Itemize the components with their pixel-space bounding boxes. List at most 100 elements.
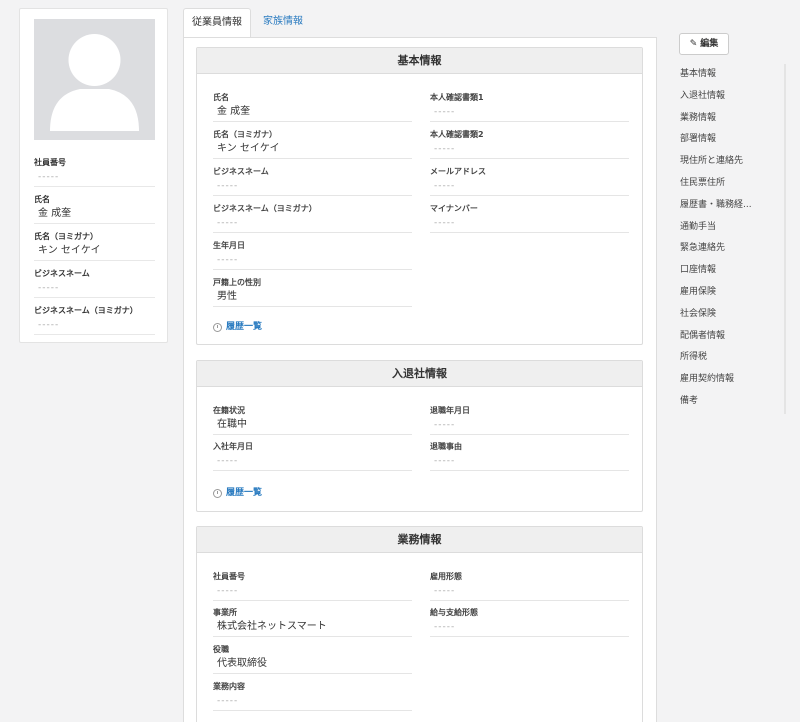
clock-icon bbox=[213, 488, 222, 498]
field-id-document-1: 本人確認書類1 ----- bbox=[430, 92, 629, 122]
side-nav-item-employment-insurance[interactable]: 雇用保険 bbox=[670, 282, 770, 304]
section-basic-info: 基本情報 氏名 金 成奎 氏名（ヨミガナ） キン セイケイ ビジネスネーム --… bbox=[196, 47, 643, 345]
side-nav-item-income-tax[interactable]: 所得税 bbox=[670, 347, 770, 369]
field-value: ----- bbox=[38, 283, 60, 293]
field-label: 給与支給形態 bbox=[430, 608, 478, 617]
field-label: 本人確認書類1 bbox=[430, 93, 484, 102]
profile-field-name-kana: 氏名（ヨミガナ） キン セイケイ bbox=[34, 231, 155, 261]
field-value: ----- bbox=[38, 172, 60, 182]
field-label: 業務内容 bbox=[213, 682, 245, 691]
clock-icon bbox=[213, 322, 222, 332]
field-retirement-reason: 退職事由 ----- bbox=[430, 441, 629, 471]
field-value: ----- bbox=[434, 456, 456, 466]
section-title: 入退社情報 bbox=[197, 361, 642, 387]
field-value: 金 成奎 bbox=[217, 106, 251, 117]
field-label: 社員番号 bbox=[213, 572, 245, 581]
tab-employee-info[interactable]: 従業員情報 bbox=[183, 8, 251, 38]
field-label: メールアドレス bbox=[430, 167, 486, 176]
side-nav-item-emergency-contact[interactable]: 緊急連絡先 bbox=[670, 238, 770, 260]
side-nav-item-work-info[interactable]: 業務情報 bbox=[670, 108, 770, 130]
field-label: 戸籍上の性別 bbox=[213, 278, 261, 287]
field-label: ビジネスネーム（ヨミガナ） bbox=[213, 204, 317, 213]
profile-card: 社員番号 ----- 氏名 金 成奎 氏名（ヨミガナ） キン セイケイ ビジネス… bbox=[19, 8, 168, 343]
field-name: 氏名 金 成奎 bbox=[213, 92, 412, 122]
side-nav-item-commute-allowance[interactable]: 通勤手当 bbox=[670, 217, 770, 239]
side-nav-item-remarks[interactable]: 備考 bbox=[670, 391, 770, 413]
history-link-label: 履歴一覧 bbox=[226, 488, 263, 498]
field-email: メールアドレス ----- bbox=[430, 166, 629, 196]
section-work-info: 業務情報 社員番号 ----- 事業所 株式会社ネットスマート 役職 代表取締役… bbox=[196, 526, 643, 722]
side-nav-item-resume[interactable]: 履歴書・職務経... bbox=[670, 195, 770, 217]
field-label: 事業所 bbox=[213, 608, 237, 617]
field-value: 男性 bbox=[217, 291, 237, 302]
field-business-name: ビジネスネーム ----- bbox=[213, 166, 412, 196]
profile-field-name: 氏名 金 成奎 bbox=[34, 194, 155, 224]
field-label: 氏名 bbox=[213, 93, 229, 102]
field-value: ----- bbox=[434, 622, 456, 632]
field-label: 氏名 bbox=[34, 195, 50, 204]
history-link[interactable]: 履歴一覧 bbox=[213, 487, 262, 499]
user-silhouette-icon bbox=[34, 19, 155, 140]
pencil-icon: ✎ bbox=[689, 39, 698, 49]
field-label: 退職年月日 bbox=[430, 406, 470, 415]
section-title: 基本情報 bbox=[197, 48, 642, 74]
field-id-document-2: 本人確認書類2 ----- bbox=[430, 129, 629, 159]
field-office: 事業所 株式会社ネットスマート bbox=[213, 607, 412, 637]
side-nav-item-basic-info[interactable]: 基本情報 bbox=[670, 64, 770, 86]
field-value: 株式会社ネットスマート bbox=[217, 621, 327, 632]
side-nav-item-spouse-info[interactable]: 配偶者情報 bbox=[670, 326, 770, 348]
field-employment-status: 在籍状況 在職中 bbox=[213, 405, 412, 435]
field-employee-number: 社員番号 ----- bbox=[213, 571, 412, 601]
field-label: 雇用形態 bbox=[430, 572, 462, 581]
tab-family-info[interactable]: 家族情報 bbox=[255, 8, 311, 38]
field-value: ----- bbox=[434, 107, 456, 117]
field-value: ----- bbox=[217, 255, 239, 265]
field-value: ----- bbox=[217, 181, 239, 191]
field-label: ビジネスネーム（ヨミガナ） bbox=[34, 306, 138, 315]
profile-field-business-name: ビジネスネーム ----- bbox=[34, 268, 155, 298]
field-my-number: マイナンバー ----- bbox=[430, 203, 629, 233]
field-value: ----- bbox=[434, 420, 456, 430]
field-value: 在職中 bbox=[217, 419, 247, 430]
history-link-label: 履歴一覧 bbox=[226, 322, 263, 332]
side-nav-item-social-insurance[interactable]: 社会保険 bbox=[670, 304, 770, 326]
history-link[interactable]: 履歴一覧 bbox=[213, 321, 262, 333]
side-nav: 基本情報 入退社情報 業務情報 部署情報 現住所と連絡先 住民票住所 履歴書・職… bbox=[670, 64, 786, 414]
field-label: マイナンバー bbox=[430, 204, 478, 213]
side-nav-item-address-contact[interactable]: 現住所と連絡先 bbox=[670, 151, 770, 173]
field-employment-type: 雇用形態 ----- bbox=[430, 571, 629, 601]
field-label: 本人確認書類2 bbox=[430, 130, 484, 139]
field-value: ----- bbox=[217, 696, 239, 706]
field-label: 氏名（ヨミガナ） bbox=[34, 232, 98, 241]
field-label: 在籍状況 bbox=[213, 406, 245, 415]
side-nav-item-bank-account[interactable]: 口座情報 bbox=[670, 260, 770, 282]
field-value: ----- bbox=[434, 218, 456, 228]
field-label: ビジネスネーム bbox=[34, 269, 90, 278]
field-value: ----- bbox=[217, 218, 239, 228]
side-nav-item-department[interactable]: 部署情報 bbox=[670, 129, 770, 151]
field-label: 社員番号 bbox=[34, 158, 66, 167]
edit-button[interactable]: ✎ 編集 bbox=[679, 33, 729, 55]
field-label: 役職 bbox=[213, 645, 229, 654]
side-nav-item-resident-address[interactable]: 住民票住所 bbox=[670, 173, 770, 195]
field-birthdate: 生年月日 ----- bbox=[213, 240, 412, 270]
field-value: キン セイケイ bbox=[38, 245, 101, 256]
field-gender: 戸籍上の性別 男性 bbox=[213, 277, 412, 307]
field-value: ----- bbox=[217, 456, 239, 466]
profile-field-employee-number: 社員番号 ----- bbox=[34, 157, 155, 187]
field-job-description: 業務内容 ----- bbox=[213, 681, 412, 711]
field-value: ----- bbox=[434, 181, 456, 191]
field-value: ----- bbox=[38, 320, 60, 330]
field-label: 生年月日 bbox=[213, 241, 245, 250]
side-nav-item-employment[interactable]: 入退社情報 bbox=[670, 86, 770, 108]
field-value: ----- bbox=[434, 586, 456, 596]
field-business-name-kana: ビジネスネーム（ヨミガナ） ----- bbox=[213, 203, 412, 233]
field-label: 退職事由 bbox=[430, 442, 462, 451]
field-retirement-date: 退職年月日 ----- bbox=[430, 405, 629, 435]
section-title: 業務情報 bbox=[197, 527, 642, 553]
field-name-kana: 氏名（ヨミガナ） キン セイケイ bbox=[213, 129, 412, 159]
side-nav-item-employment-contract[interactable]: 雇用契約情報 bbox=[670, 369, 770, 391]
field-hire-date: 入社年月日 ----- bbox=[213, 441, 412, 471]
field-salary-payment-type: 給与支給形態 ----- bbox=[430, 607, 629, 637]
field-label: 氏名（ヨミガナ） bbox=[213, 130, 277, 139]
